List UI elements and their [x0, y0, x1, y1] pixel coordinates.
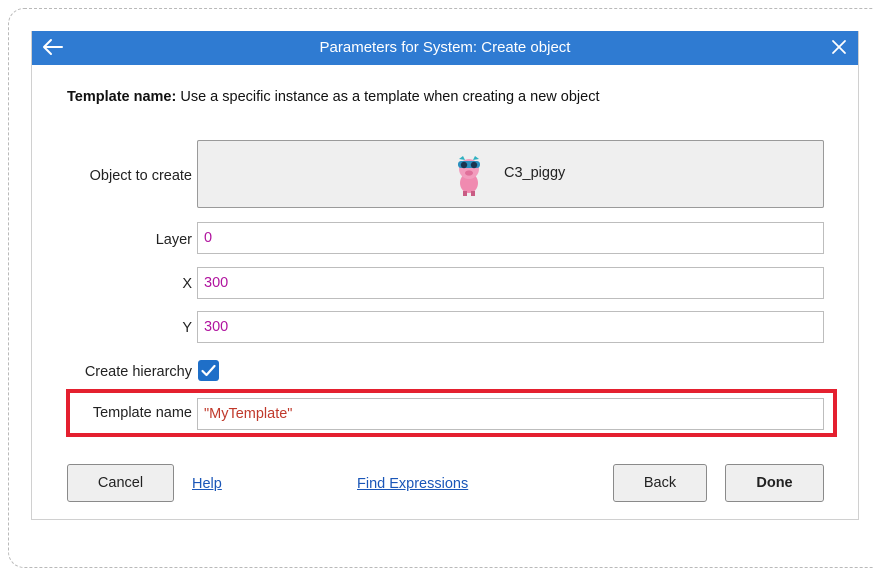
done-button[interactable]: Done [725, 464, 824, 502]
create-hierarchy-checkbox[interactable] [198, 360, 219, 381]
help-link[interactable]: Help [192, 476, 222, 492]
template-name-field[interactable]: "MyTemplate" [197, 398, 824, 430]
object-picker-button[interactable]: C3_piggy [197, 140, 824, 208]
create-hierarchy-label: Create hierarchy [84, 364, 192, 380]
layer-field[interactable]: 0 [197, 222, 824, 254]
parameter-description: Template name: Use a specific instance a… [67, 89, 599, 105]
parameters-dialog: Parameters for System: Create object Tem… [31, 31, 859, 520]
object-to-create-label: Object to create [89, 168, 192, 184]
description-text: Use a specific instance as a template wh… [176, 89, 600, 105]
checkmark-icon [201, 364, 216, 377]
dialog-title: Parameters for System: Create object [319, 39, 571, 56]
object-name: C3_piggy [504, 165, 566, 181]
piggy-sprite-icon [458, 156, 480, 196]
y-field[interactable]: 300 [197, 311, 824, 343]
template-name-label: Template name [92, 405, 192, 421]
description-term: Template name: [67, 89, 177, 105]
close-icon[interactable] [828, 36, 850, 58]
dialog-titlebar: Parameters for System: Create object [32, 31, 858, 65]
x-label: X [182, 276, 192, 292]
cancel-button[interactable]: Cancel [67, 464, 174, 502]
x-field[interactable]: 300 [197, 267, 824, 299]
y-label: Y [182, 320, 192, 336]
back-button[interactable]: Back [613, 464, 707, 502]
find-expressions-link[interactable]: Find Expressions [357, 476, 468, 492]
layer-label: Layer [155, 232, 192, 248]
